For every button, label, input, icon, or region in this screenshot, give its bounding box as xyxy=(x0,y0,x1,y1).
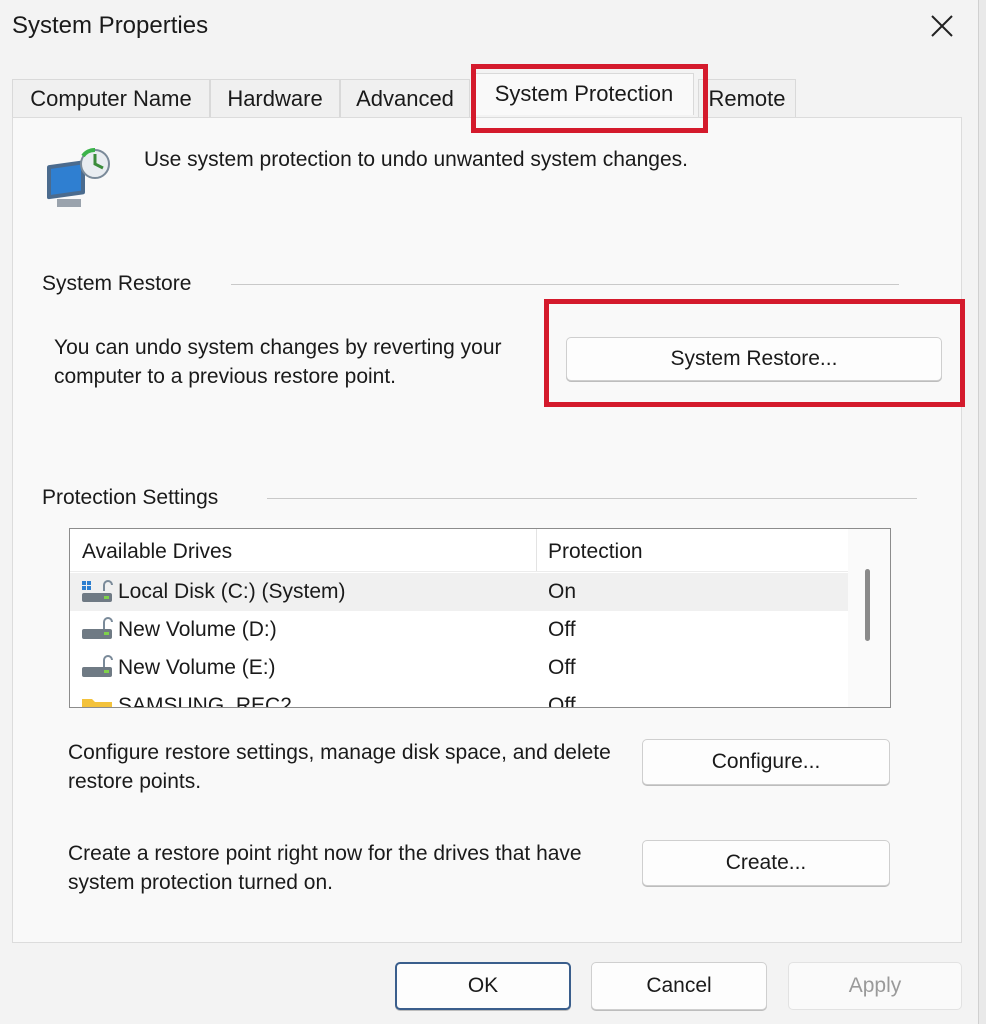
system-restore-description: You can undo system changes by reverting… xyxy=(54,336,502,388)
protection-settings-divider xyxy=(267,498,917,499)
drives-scrollbar[interactable] xyxy=(848,529,890,707)
scrollbar-thumb[interactable] xyxy=(865,569,870,641)
drive-protection-status: Off xyxy=(548,656,576,679)
ok-button[interactable]: OK xyxy=(395,962,571,1010)
drive-name: SAMSUNG_REC2 xyxy=(118,694,292,708)
drive-name: New Volume (D:) xyxy=(118,618,277,641)
drive-row[interactable]: SAMSUNG_REC2 Off xyxy=(70,687,848,708)
drive-protection-status: On xyxy=(548,580,577,603)
drive-name: New Volume (E:) xyxy=(118,656,276,679)
column-protection[interactable]: Protection xyxy=(548,529,643,571)
tab-strip: Computer Name Hardware Advanced System P… xyxy=(12,73,962,119)
tab-hardware[interactable]: Hardware xyxy=(210,79,340,117)
drive-row[interactable]: New Volume (D:) Off xyxy=(70,611,848,649)
system-properties-window: System Properties Computer Name Hardware… xyxy=(0,0,978,1024)
tab-remote[interactable]: Remote xyxy=(698,79,796,117)
apply-button[interactable]: Apply xyxy=(788,962,962,1010)
cancel-button[interactable]: Cancel xyxy=(591,962,767,1010)
system-protection-panel: Use system protection to undo unwanted s… xyxy=(12,117,962,943)
available-drives-list[interactable]: Available Drives Protection Local Disk (… xyxy=(69,528,891,708)
folder-drive-icon xyxy=(82,699,112,707)
create-button[interactable]: Create... xyxy=(642,840,890,886)
drive-protection-status: Off xyxy=(548,694,576,708)
tab-advanced[interactable]: Advanced xyxy=(340,79,470,117)
drive-row[interactable]: Local Disk (C:) (System) On xyxy=(70,573,848,611)
drive-row[interactable]: New Volume (E:) Off xyxy=(70,649,848,687)
system-restore-divider xyxy=(231,284,899,285)
window-edge xyxy=(978,0,986,1024)
configure-button[interactable]: Configure... xyxy=(642,739,890,785)
tab-computer-name[interactable]: Computer Name xyxy=(12,79,210,117)
close-icon xyxy=(931,15,953,37)
drive-icon xyxy=(82,617,113,639)
protection-settings-group-label: Protection Settings xyxy=(42,486,219,509)
close-button[interactable] xyxy=(916,4,968,48)
drive-icon xyxy=(82,655,113,677)
system-protection-computer-icon xyxy=(47,148,110,207)
window-title: System Properties xyxy=(12,12,209,39)
system-restore-button[interactable]: System Restore... xyxy=(566,337,942,381)
drives-list-header: Available Drives Protection xyxy=(70,529,848,572)
system-drive-icon xyxy=(82,580,113,602)
create-description: Create a restore point right now for the… xyxy=(68,842,582,894)
column-available-drives[interactable]: Available Drives xyxy=(82,529,232,571)
column-divider xyxy=(536,529,537,571)
configure-description: Configure restore settings, manage disk … xyxy=(68,741,611,793)
intro-text: Use system protection to undo unwanted s… xyxy=(144,148,688,171)
drive-name: Local Disk (C:) (System) xyxy=(118,580,346,603)
drive-protection-status: Off xyxy=(548,618,576,641)
system-restore-group-label: System Restore xyxy=(42,272,192,295)
title-bar: System Properties xyxy=(0,0,978,60)
tab-system-protection[interactable]: System Protection xyxy=(474,73,694,115)
